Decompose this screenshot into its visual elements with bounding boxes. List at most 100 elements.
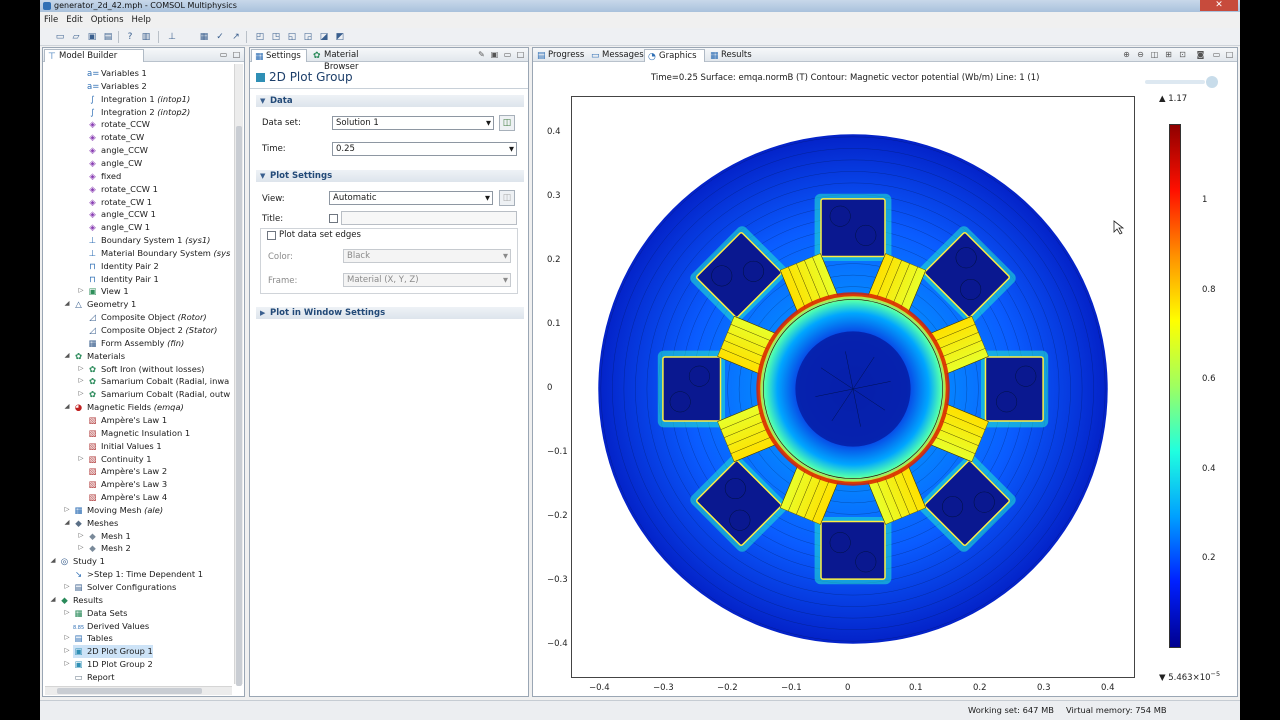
tree-item[interactable]: ◕ Magnetic Fields (emqa) (73, 401, 184, 414)
scrollbar-thumb[interactable] (236, 126, 242, 686)
tree-item[interactable]: ▧ Ampère's Law 2 (87, 465, 167, 478)
mesh-tool-icon[interactable]: ◱ (286, 31, 298, 43)
tree-expander-icon[interactable]: ◢ (63, 518, 71, 526)
tree-item[interactable]: ▧ Continuity 1 (87, 453, 151, 466)
tree-item[interactable]: a= Variables 2 (87, 80, 147, 93)
tree-item[interactable]: ◈ rotate_CW (87, 131, 144, 144)
plot-mode-icon[interactable]: ▦ (198, 31, 210, 43)
tree-expander-icon[interactable]: ◢ (49, 556, 57, 564)
tree-item[interactable]: ▧ Ampère's Law 4 (87, 491, 167, 504)
tree-item[interactable]: ▣ 2D Plot Group 1 (73, 645, 153, 659)
tree-expander-icon[interactable]: ▷ (77, 389, 85, 397)
menu-options[interactable]: Options (87, 13, 128, 27)
tree-expander-icon[interactable]: ▷ (77, 286, 85, 294)
plot-settings-section-header[interactable]: ▼ Plot Settings (256, 170, 524, 182)
tree-item[interactable]: ▤ Tables (73, 632, 112, 645)
tree-vertical-scrollbar[interactable] (234, 64, 243, 686)
print-icon[interactable]: ▤ (102, 31, 114, 43)
tree-item[interactable]: a= Variables 1 (87, 67, 147, 80)
tree-item[interactable]: ◈ rotate_CW 1 (87, 196, 152, 209)
zoom-out-icon[interactable]: ⊖ (1135, 49, 1146, 60)
tree-item[interactable]: ⊓ Identity Pair 1 (87, 273, 159, 286)
tree-item[interactable]: ◆ Results (59, 594, 103, 607)
tree-item[interactable]: ◈ rotate_CCW 1 (87, 183, 158, 196)
tab-material-browser[interactable]: ✿ Material Browser (310, 49, 394, 72)
tree-item[interactable]: ↘ >Step 1: Time Dependent 1 (73, 568, 203, 581)
color-combo[interactable]: Black ▼ (343, 249, 511, 263)
menu-edit[interactable]: Edit (62, 13, 86, 27)
tree-item[interactable]: ◈ angle_CW 1 (87, 221, 150, 234)
tree-item[interactable]: ◈ angle_CW (87, 157, 142, 170)
minimize-icon[interactable]: ▭ (218, 49, 229, 60)
title-checkbox[interactable] (329, 214, 338, 223)
tree-item[interactable]: ⊓ Identity Pair 2 (87, 260, 159, 273)
plot-frame[interactable] (571, 96, 1135, 678)
tree-expander-icon[interactable]: ▷ (77, 454, 85, 462)
tree-item[interactable]: ▧ Ampère's Law 3 (87, 478, 167, 491)
documentation-icon[interactable]: ▥ (140, 31, 152, 43)
tree-item[interactable]: ◈ rotate_CCW (87, 118, 150, 131)
tree-item[interactable]: ◿ Composite Object 2 (Stator) (87, 324, 217, 337)
tree-item[interactable]: ▣ View 1 (87, 285, 128, 298)
tree-item[interactable]: ⊥ Boundary System 1 (sys1) (87, 234, 211, 247)
edit-icon[interactable]: ✎ (476, 49, 487, 60)
tree-item[interactable]: ∫ Integration 2 (intop2) (87, 106, 190, 119)
tree-expander-icon[interactable]: ◢ (63, 402, 71, 410)
menu-help[interactable]: Help (128, 13, 155, 27)
tree-expander-icon[interactable]: ▷ (63, 646, 71, 654)
tree-item[interactable]: △ Geometry 1 (73, 298, 136, 311)
time-combo[interactable]: 0.25 ▼ (332, 142, 517, 156)
tree-item[interactable]: ✿ Samarium Cobalt (Radial, inwa (87, 375, 229, 388)
tree-item[interactable]: ◆ Mesh 1 (87, 530, 131, 543)
tree-expander-icon[interactable]: ▷ (63, 608, 71, 616)
tree-item[interactable]: ▧ Initial Values 1 (87, 440, 161, 453)
plot-data-set-button[interactable]: ◫ (499, 115, 515, 131)
tab-messages[interactable]: ▭ Messages (588, 49, 644, 62)
probe-icon[interactable]: ↗ (230, 31, 242, 43)
tree-expander-icon[interactable]: ◢ (63, 351, 71, 359)
geometry-tool-icon[interactable]: ◳ (270, 31, 282, 43)
plot-in-window-section-header[interactable]: ▶ Plot in Window Settings (256, 307, 524, 319)
help-icon[interactable]: ? (124, 31, 136, 43)
tree-item[interactable]: ✿ Samarium Cobalt (Radial, outw (87, 388, 230, 401)
tab-settings[interactable]: ▦ Settings (251, 49, 307, 62)
tree-item[interactable]: ▭ Report (73, 671, 114, 684)
tree-item[interactable]: 8.85 Derived Values (73, 620, 149, 633)
tree-item[interactable]: ▦ Data Sets (73, 607, 127, 620)
zoom-extents-icon[interactable]: ⊞ (1163, 49, 1174, 60)
tree-expander-icon[interactable]: ▷ (63, 582, 71, 590)
zoom-box-icon[interactable]: ◰ (254, 31, 266, 43)
tree-item[interactable]: ◈ fixed (87, 170, 121, 183)
minimize-icon[interactable]: ▭ (502, 49, 513, 60)
data-set-combo[interactable]: Solution 1 ▼ (332, 116, 494, 130)
maximize-icon[interactable]: □ (1224, 49, 1235, 60)
zoom-box-icon[interactable]: ◫ (1149, 49, 1160, 60)
tree-expander-icon[interactable]: ◢ (49, 595, 57, 603)
tree-expander-icon[interactable]: ▷ (63, 633, 71, 641)
tree-item[interactable]: ◆ Meshes (73, 517, 118, 530)
title-input[interactable] (341, 211, 517, 225)
minimize-icon[interactable]: ▭ (1211, 49, 1222, 60)
check-icon[interactable]: ✓ (214, 31, 226, 43)
tree-horizontal-scrollbar[interactable] (45, 686, 232, 695)
study-tool-icon[interactable]: ◲ (302, 31, 314, 43)
export-icon[interactable]: ◩ (334, 31, 346, 43)
tree-item[interactable]: ▣ 1D Plot Group 2 (73, 658, 152, 671)
tree-item[interactable]: ▧ Magnetic Insulation 1 (87, 427, 190, 440)
tree-expander-icon[interactable]: ▷ (77, 376, 85, 384)
maximize-icon[interactable]: □ (515, 49, 526, 60)
scrollbar-thumb[interactable] (57, 688, 202, 694)
tree-expander-icon[interactable]: ▷ (63, 659, 71, 667)
maximize-icon[interactable]: □ (231, 49, 242, 60)
tree-item[interactable]: ◎ Study 1 (59, 555, 105, 568)
tree-item[interactable]: ▦ Moving Mesh (ale) (73, 504, 163, 517)
frame-combo[interactable]: Material (X, Y, Z) ▼ (343, 273, 511, 287)
tree-item[interactable]: ✿ Materials (73, 350, 125, 363)
tree-expander-icon[interactable]: ▷ (77, 531, 85, 539)
tree-item[interactable]: ∫ Integration 1 (intop1) (87, 93, 190, 106)
build-icon[interactable]: ⊥ (166, 31, 178, 43)
open-file-icon[interactable]: ▱ (70, 31, 82, 43)
data-section-header[interactable]: ▼ Data (256, 95, 524, 107)
new-file-icon[interactable]: ▭ (54, 31, 66, 43)
tab-progress[interactable]: ▤ Progress (534, 49, 586, 62)
